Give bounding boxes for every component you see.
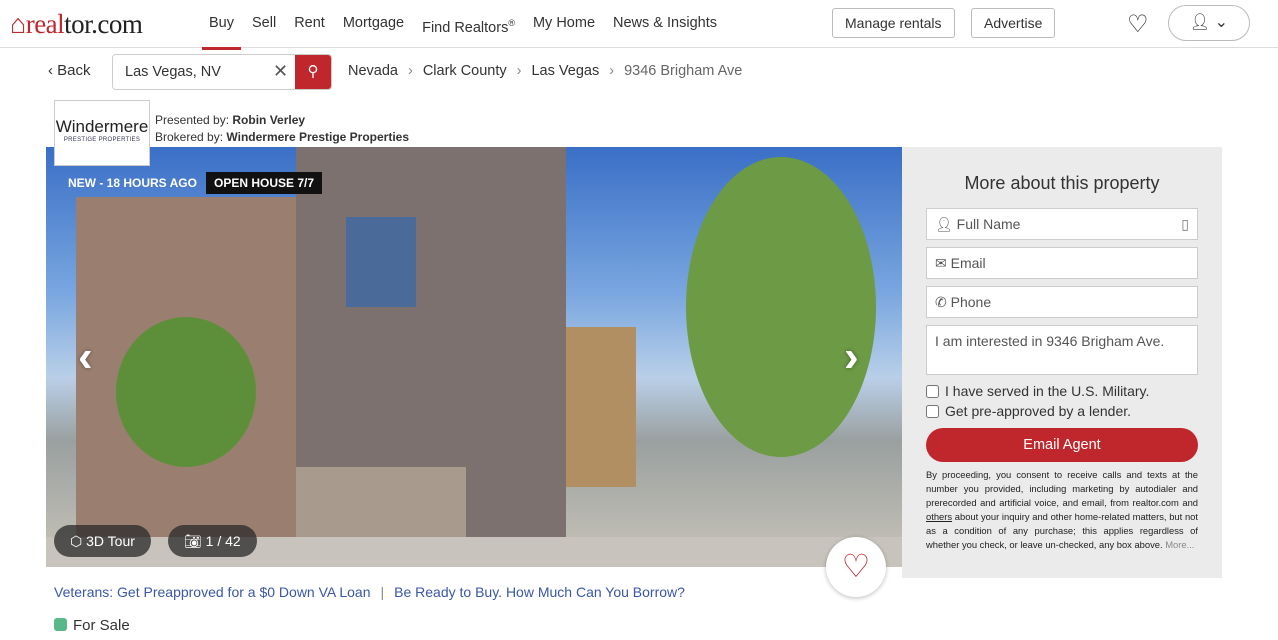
preapproved-label: Get pre-approved by a lender.: [945, 403, 1132, 419]
nav-news[interactable]: News & Insights: [604, 0, 726, 48]
nav-buy[interactable]: Buy: [200, 0, 243, 50]
chevron-left-icon: ‹: [48, 62, 53, 79]
photo-count: 1 / 42: [205, 533, 241, 549]
back-label: Back: [57, 62, 91, 79]
window: [346, 217, 416, 307]
search-icon: ⚲: [307, 63, 319, 80]
user-icon: 👤︎: [935, 216, 953, 232]
nav-rent[interactable]: Rent: [285, 0, 334, 48]
brokerage-name: Windermere Prestige Properties: [226, 130, 410, 144]
brokered-label: Brokered by:: [155, 130, 224, 144]
3d-tour-button[interactable]: ⬡ 3D Tour: [54, 525, 151, 557]
back-link[interactable]: ‹ Back: [48, 62, 91, 79]
top-header: ⌂realtor.com Buy Sell Rent Mortgage Find…: [0, 0, 1278, 50]
new-listing-badge: NEW - 18 HOURS AGO: [68, 176, 197, 190]
others-link[interactable]: others: [926, 511, 952, 522]
borrow-link[interactable]: Be Ready to Buy. How Much Can You Borrow…: [394, 584, 685, 600]
house-icon: ⌂: [10, 9, 26, 39]
va-loan-link[interactable]: Veterans: Get Preapproved for a $0 Down …: [54, 584, 371, 600]
chevron-right-icon: ›: [516, 63, 522, 79]
search-input[interactable]: [113, 55, 273, 89]
listing-status: For Sale: [54, 617, 130, 634]
legal-text-2: about your inquiry and other home-relate…: [926, 511, 1198, 550]
tree: [686, 157, 876, 457]
contact-card-icon: ▯: [1181, 216, 1189, 232]
3d-tour-label: 3D Tour: [86, 533, 135, 549]
full-name-field[interactable]: 👤︎ Full Name ▯: [926, 208, 1198, 240]
breadcrumb-nevada[interactable]: Nevada: [348, 63, 398, 79]
broker-logo-sub: PRESTIGE PROPERTIES: [63, 137, 141, 143]
envelope-icon: ✉: [935, 255, 947, 271]
preapproved-checkbox-row[interactable]: Get pre-approved by a lender.: [926, 403, 1198, 419]
agent-name: Robin Verley: [232, 113, 306, 127]
nav-find-realtors[interactable]: Find Realtors®: [413, 0, 524, 48]
saved-homes-heart-icon[interactable]: ♡: [1127, 10, 1149, 39]
advertise-button[interactable]: Advertise: [971, 8, 1056, 38]
phone-placeholder: Phone: [950, 294, 992, 310]
legal-disclaimer: By proceeding, you consent to receive ca…: [926, 468, 1198, 552]
listing-photo[interactable]: NEW - 18 HOURS AGO OPEN HOUSE 7/7 ‹ › ⬡ …: [46, 147, 902, 567]
legal-text-1: By proceeding, you consent to receive ca…: [926, 469, 1198, 508]
presented-label: Presented by:: [155, 113, 230, 127]
email-agent-button[interactable]: Email Agent: [926, 428, 1198, 462]
breadcrumb-las-vegas[interactable]: Las Vegas: [531, 63, 599, 79]
full-name-placeholder: Full Name: [956, 216, 1021, 232]
realtor-logo[interactable]: ⌂realtor.com: [10, 9, 143, 40]
nav-my-home[interactable]: My Home: [524, 0, 604, 48]
military-checkbox-row[interactable]: I have served in the U.S. Military.: [926, 383, 1198, 399]
realtor-logo-text: realtor.com: [25, 9, 143, 39]
garage-door: [296, 467, 466, 547]
nav-sell[interactable]: Sell: [243, 0, 285, 48]
military-label: I have served in the U.S. Military.: [945, 383, 1150, 399]
next-photo-arrow[interactable]: ›: [844, 332, 859, 382]
message-textarea[interactable]: I am interested in 9346 Brigham Ave.: [926, 325, 1198, 375]
preapproved-checkbox[interactable]: [926, 404, 939, 418]
status-dot-icon: [54, 618, 67, 631]
broker-logo: Windermere PRESTIGE PROPERTIES: [54, 100, 150, 166]
form-title: More about this property: [964, 173, 1160, 193]
user-icon: 👤︎: [1189, 14, 1211, 31]
previous-photo-arrow[interactable]: ‹: [78, 332, 93, 382]
manage-rentals-button[interactable]: Manage rentals: [832, 8, 955, 38]
camera-icon: 📷︎: [184, 533, 202, 549]
save-favorite-heart-icon[interactable]: ♡: [826, 537, 886, 597]
cube-icon: ⬡: [70, 533, 83, 549]
breadcrumb-address: 9346 Brigham Ave: [624, 63, 743, 79]
building-right: [566, 327, 636, 487]
broker-info: Presented by: Robin Verley Brokered by: …: [155, 112, 409, 146]
contact-form: More about this property 👤︎ Full Name ▯ ✉…: [902, 147, 1222, 578]
breadcrumb-clark-county[interactable]: Clark County: [423, 63, 507, 79]
more-link[interactable]: More...: [1165, 539, 1194, 550]
phone-icon: ✆: [935, 294, 947, 310]
search-box: ✕ ⚲: [112, 54, 332, 90]
registered-mark: ®: [508, 18, 515, 28]
account-menu-button[interactable]: 👤︎ ⌄: [1168, 5, 1250, 41]
main-nav: Buy Sell Rent Mortgage Find Realtors® My…: [200, 0, 726, 50]
chevron-down-icon: ⌄: [1214, 14, 1229, 31]
chevron-right-icon: ›: [407, 63, 413, 79]
email-field[interactable]: ✉ Email: [926, 247, 1198, 279]
breadcrumb: Nevada › Clark County › Las Vegas › 9346 Br…: [348, 63, 742, 79]
nav-find-realtors-label: Find Realtors: [422, 19, 509, 36]
search-bar-row: ‹ Back ✕ ⚲ Nevada › Clark County › Las Veg…: [0, 54, 1278, 90]
phone-field[interactable]: ✆ Phone: [926, 286, 1198, 318]
tree: [116, 317, 256, 467]
open-house-badge: OPEN HOUSE 7/7: [206, 172, 323, 194]
clear-search-icon[interactable]: ✕: [273, 61, 288, 82]
photo-count-button[interactable]: 📷︎ 1 / 42: [168, 525, 257, 557]
email-placeholder: Email: [950, 255, 986, 271]
chevron-right-icon: ›: [609, 63, 615, 79]
broker-logo-name: Windermere: [55, 117, 149, 136]
divider: |: [380, 584, 385, 600]
military-checkbox[interactable]: [926, 384, 939, 398]
nav-mortgage[interactable]: Mortgage: [334, 0, 413, 48]
search-button[interactable]: ⚲: [295, 55, 331, 89]
financing-links: Veterans: Get Preapproved for a $0 Down …: [54, 584, 685, 600]
status-label: For Sale: [73, 617, 130, 634]
